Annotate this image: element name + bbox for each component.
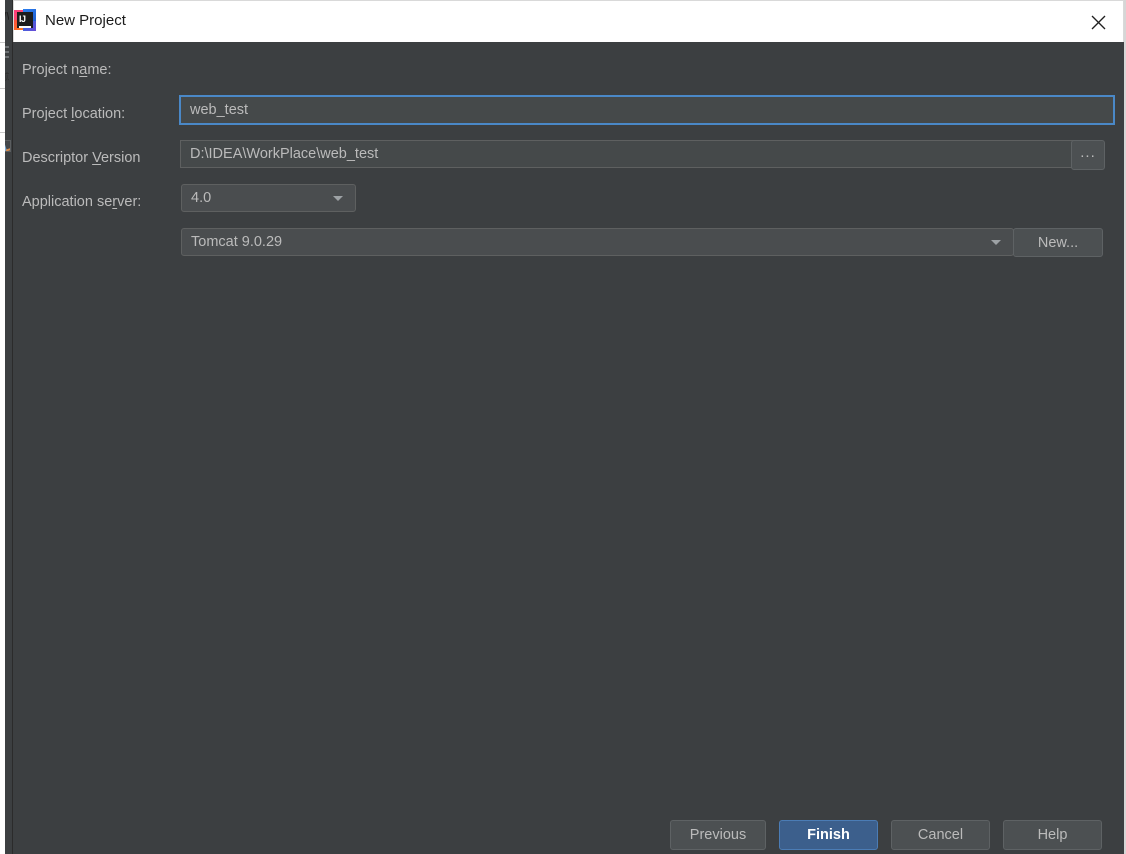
dialog-titlebar: New Project	[13, 0, 1124, 42]
previous-button[interactable]: Previous	[670, 820, 766, 850]
intellij-idea-icon	[14, 9, 36, 31]
background-editor-edge	[0, 0, 5, 854]
new-project-dialog: New Project Project name: web_test Proje…	[13, 0, 1126, 854]
browse-location-button[interactable]: ...	[1071, 140, 1105, 170]
chevron-down-icon	[991, 240, 1001, 245]
cancel-button[interactable]: Cancel	[891, 820, 990, 850]
dialog-body: Project name: web_test Project location:…	[13, 42, 1124, 854]
dialog-button-bar: Previous Finish Cancel Help	[14, 820, 1126, 854]
chevron-down-icon	[333, 196, 343, 201]
field-row-project-name: Project name:	[22, 56, 167, 84]
project-name-value: web_test	[190, 102, 248, 118]
project-location-value: D:\IDEA\WorkPlace\web_test	[190, 146, 378, 162]
close-icon[interactable]	[1083, 7, 1113, 37]
application-server-combobox[interactable]: Tomcat 9.0.29	[181, 228, 1014, 256]
help-button[interactable]: Help	[1003, 820, 1102, 850]
descriptor-version-combobox[interactable]: 4.0	[181, 184, 356, 212]
background-divider	[0, 42, 5, 43]
background-divider	[0, 88, 5, 89]
descriptor-version-value: 4.0	[191, 190, 211, 206]
project-location-label: Project location:	[22, 106, 167, 122]
new-application-server-button[interactable]: New...	[1013, 228, 1103, 257]
finish-button[interactable]: Finish	[779, 820, 878, 850]
dialog-title: New Project	[45, 12, 126, 29]
background-ide-window: W 项	[0, 0, 13, 854]
descriptor-version-label: Descriptor Version	[22, 150, 172, 166]
application-server-label: Application server:	[22, 194, 172, 210]
field-row-descriptor-version: Descriptor Version	[22, 144, 172, 172]
field-row-project-location: Project location:	[22, 100, 167, 128]
project-name-input[interactable]: web_test	[179, 95, 1115, 125]
application-server-value: Tomcat 9.0.29	[191, 234, 282, 250]
field-row-application-server: Application server:	[22, 188, 172, 216]
project-location-input[interactable]: D:\IDEA\WorkPlace\web_test	[180, 140, 1076, 168]
project-name-label: Project name:	[22, 62, 167, 78]
background-divider	[0, 132, 5, 133]
